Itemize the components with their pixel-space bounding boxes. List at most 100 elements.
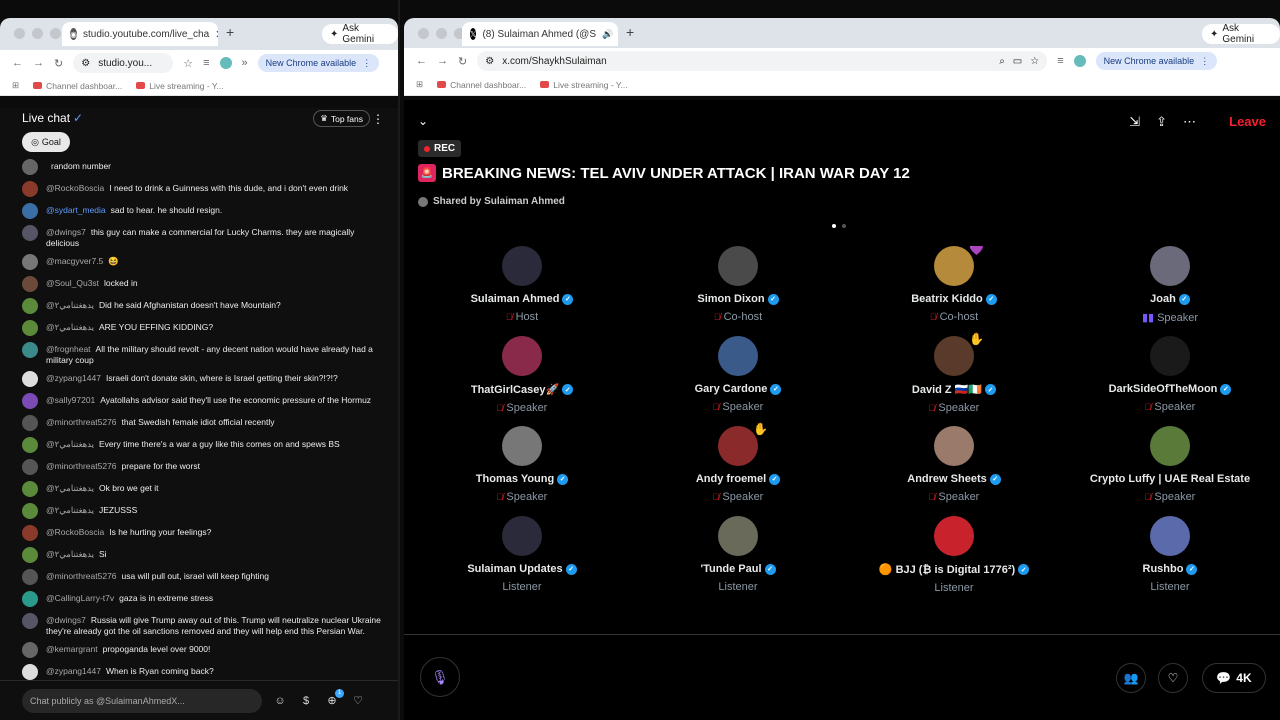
participant[interactable]: Sulaiman Updates ✓ Listener: [414, 516, 630, 593]
bookmark-live-streaming[interactable]: Live streaming - Y...: [136, 81, 224, 91]
participant[interactable]: Andrew Sheets ✓ 🎙̸ Speaker: [846, 426, 1062, 503]
chat-menu-icon[interactable]: ⋮: [372, 112, 384, 126]
chat-avatar[interactable]: [22, 203, 38, 219]
chat-avatar[interactable]: [22, 503, 38, 519]
back-icon[interactable]: ←: [416, 55, 427, 67]
participant[interactable]: Simon Dixon ✓ 🎙̸ Co-host: [630, 246, 846, 323]
bookmark-star-icon[interactable]: ☆: [1030, 56, 1039, 67]
participant-avatar[interactable]: ✋: [718, 422, 768, 466]
participant-avatar[interactable]: 💜: [934, 246, 984, 286]
chat-avatar[interactable]: [22, 437, 38, 453]
share-icon[interactable]: ⇪: [1156, 114, 1167, 130]
chat-input[interactable]: Chat publicly as @SulaimanAhmedX...: [22, 688, 262, 713]
goal-button[interactable]: ◎ Goal: [22, 132, 70, 152]
participant-avatar[interactable]: [1150, 246, 1190, 286]
bookmark-channel-dashboard[interactable]: Channel dashboar...: [437, 80, 526, 90]
chat-author[interactable]: @minorthreat5276: [46, 417, 117, 427]
new-chrome-available-button[interactable]: New Chrome available ⋮: [257, 54, 380, 72]
participant[interactable]: ✋ Andy froemel ✓ 🎙̸ Speaker: [630, 422, 846, 503]
emoji-icon[interactable]: ☺: [272, 693, 288, 709]
extensions-icon[interactable]: ≡: [203, 57, 209, 69]
chat-avatar[interactable]: [22, 371, 38, 387]
window-controls[interactable]: [14, 28, 61, 39]
chat-avatar[interactable]: [22, 393, 38, 409]
bookmark-star-icon[interactable]: ☆: [183, 57, 193, 70]
bookmark-live-streaming[interactable]: Live streaming - Y...: [540, 80, 628, 90]
heart-icon[interactable]: ♡: [350, 693, 366, 709]
participant[interactable]: 💜 Beatrix Kiddo ✓ 🎙̸ Co-host: [846, 246, 1062, 323]
chat-author[interactable]: @sydart_media: [46, 205, 106, 215]
chat-author[interactable]: @يدهغتنامي٢: [46, 300, 94, 310]
chat-avatar[interactable]: [22, 642, 38, 658]
participant-avatar[interactable]: [934, 516, 974, 556]
chat-author[interactable]: @يدهغتنامي٢: [46, 439, 94, 449]
participant[interactable]: DarkSideOfTheMoon ✓ 🎙̸ Speaker: [1062, 336, 1278, 413]
participant[interactable]: Gary Cardone ✓ 🎙̸ Speaker: [630, 336, 846, 413]
chat-avatar[interactable]: [22, 320, 38, 336]
reload-icon[interactable]: ↻: [54, 57, 63, 70]
chat-author[interactable]: @RockoBoscia: [46, 527, 104, 537]
chat-avatar[interactable]: [22, 569, 38, 585]
participant[interactable]: ✋ David Z 🇷🇺🇮🇪 ✓ 🎙̸ Speaker: [846, 332, 1062, 414]
participant[interactable]: 'Tunde Paul ✓ Listener: [630, 516, 846, 593]
participant-avatar[interactable]: [502, 246, 542, 286]
chat-avatar[interactable]: [22, 591, 38, 607]
react-button[interactable]: ♡: [1158, 663, 1188, 693]
chat-author[interactable]: @kemargrant: [46, 644, 98, 654]
chat-avatar[interactable]: [22, 225, 38, 241]
participant-avatar[interactable]: [718, 516, 758, 556]
comments-button[interactable]: 💬 4K: [1202, 663, 1266, 693]
chat-author[interactable]: @frognheat: [46, 344, 91, 354]
reload-icon[interactable]: ↻: [458, 55, 467, 68]
chat-author[interactable]: @dwings7: [46, 227, 86, 237]
participant[interactable]: Joah ✓ ▮▮ Speaker: [1062, 246, 1278, 324]
chat-author[interactable]: @يدهغتنامي٢: [46, 549, 94, 559]
chat-avatar[interactable]: [22, 525, 38, 541]
close-tab-icon[interactable]: ✕: [215, 28, 218, 41]
right-address-bar[interactable]: ⚙ x.com/ShaykhSulaiman ⌕ ▭ ☆: [477, 51, 1048, 71]
chat-avatar[interactable]: [22, 181, 38, 197]
minimize-space-icon[interactable]: ⇲: [1129, 114, 1140, 130]
participant-avatar[interactable]: [502, 516, 542, 556]
chat-author[interactable]: @يدهغتنامي٢: [46, 483, 94, 493]
new-tab-icon[interactable]: +: [626, 24, 634, 40]
chat-author[interactable]: @minorthreat5276: [46, 461, 117, 471]
participant-avatar[interactable]: [1150, 516, 1190, 556]
participant[interactable]: ThatGirlCasey🚀 ✓ 🎙̸ Speaker: [414, 336, 630, 414]
left-address-bar[interactable]: ⚙ studio.you...: [73, 53, 174, 73]
participant-avatar[interactable]: [718, 246, 758, 286]
participant[interactable]: 🟠 BJJ (₿ is Digital 1776²) ✓ Listener: [846, 516, 1062, 594]
chat-avatar[interactable]: [22, 276, 38, 292]
bookmark-channel-dashboard[interactable]: Channel dashboar...: [33, 81, 122, 91]
more-icon[interactable]: ⋯: [1183, 114, 1196, 130]
chat-author[interactable]: @يدهغتنامي٢: [46, 322, 94, 332]
apps-grid-icon[interactable]: ⊞: [416, 79, 423, 90]
add-icon[interactable]: ⊕ 1: [324, 688, 344, 709]
participant[interactable]: Sulaiman Ahmed ✓ 🎙̸ Host: [414, 246, 630, 323]
profile-avatar[interactable]: [219, 57, 232, 69]
participant-avatar[interactable]: [502, 426, 542, 466]
chat-avatar[interactable]: [22, 342, 38, 358]
chat-author[interactable]: @minorthreat5276: [46, 571, 117, 581]
chat-avatar[interactable]: [22, 415, 38, 431]
participant-avatar[interactable]: [502, 336, 542, 376]
super-chat-icon[interactable]: $: [298, 693, 314, 709]
participant-avatar[interactable]: [934, 426, 974, 466]
extensions-icon[interactable]: ≡: [1057, 55, 1063, 67]
chat-avatar[interactable]: [22, 664, 38, 680]
chat-author[interactable]: @يدهغتنامي٢: [46, 505, 94, 515]
chat-author[interactable]: @dwings7: [46, 615, 86, 625]
participant[interactable]: Thomas Young ✓ 🎙̸ Speaker: [414, 426, 630, 503]
chat-author[interactable]: @zypang1447: [46, 373, 101, 383]
chat-avatar[interactable]: [22, 481, 38, 497]
more-chevron-icon[interactable]: »: [242, 57, 248, 69]
ask-gemini-button[interactable]: ✦ Ask Gemini: [1202, 23, 1280, 45]
chat-author[interactable]: @macgyver7.5: [46, 256, 103, 266]
top-fans-button[interactable]: ♛ Top fans: [313, 110, 370, 127]
microphone-button[interactable]: 🎙: [420, 657, 460, 697]
cast-icon[interactable]: ▭: [1013, 56, 1022, 67]
chat-avatar[interactable]: [22, 613, 38, 629]
participant-avatar[interactable]: [1150, 336, 1190, 376]
chat-message-list[interactable]: random number @RockoBoscia I need to drink…: [0, 156, 398, 680]
participant[interactable]: Crypto Luffy | UAE Real Estate 🎙̸ Speaker: [1062, 426, 1278, 503]
